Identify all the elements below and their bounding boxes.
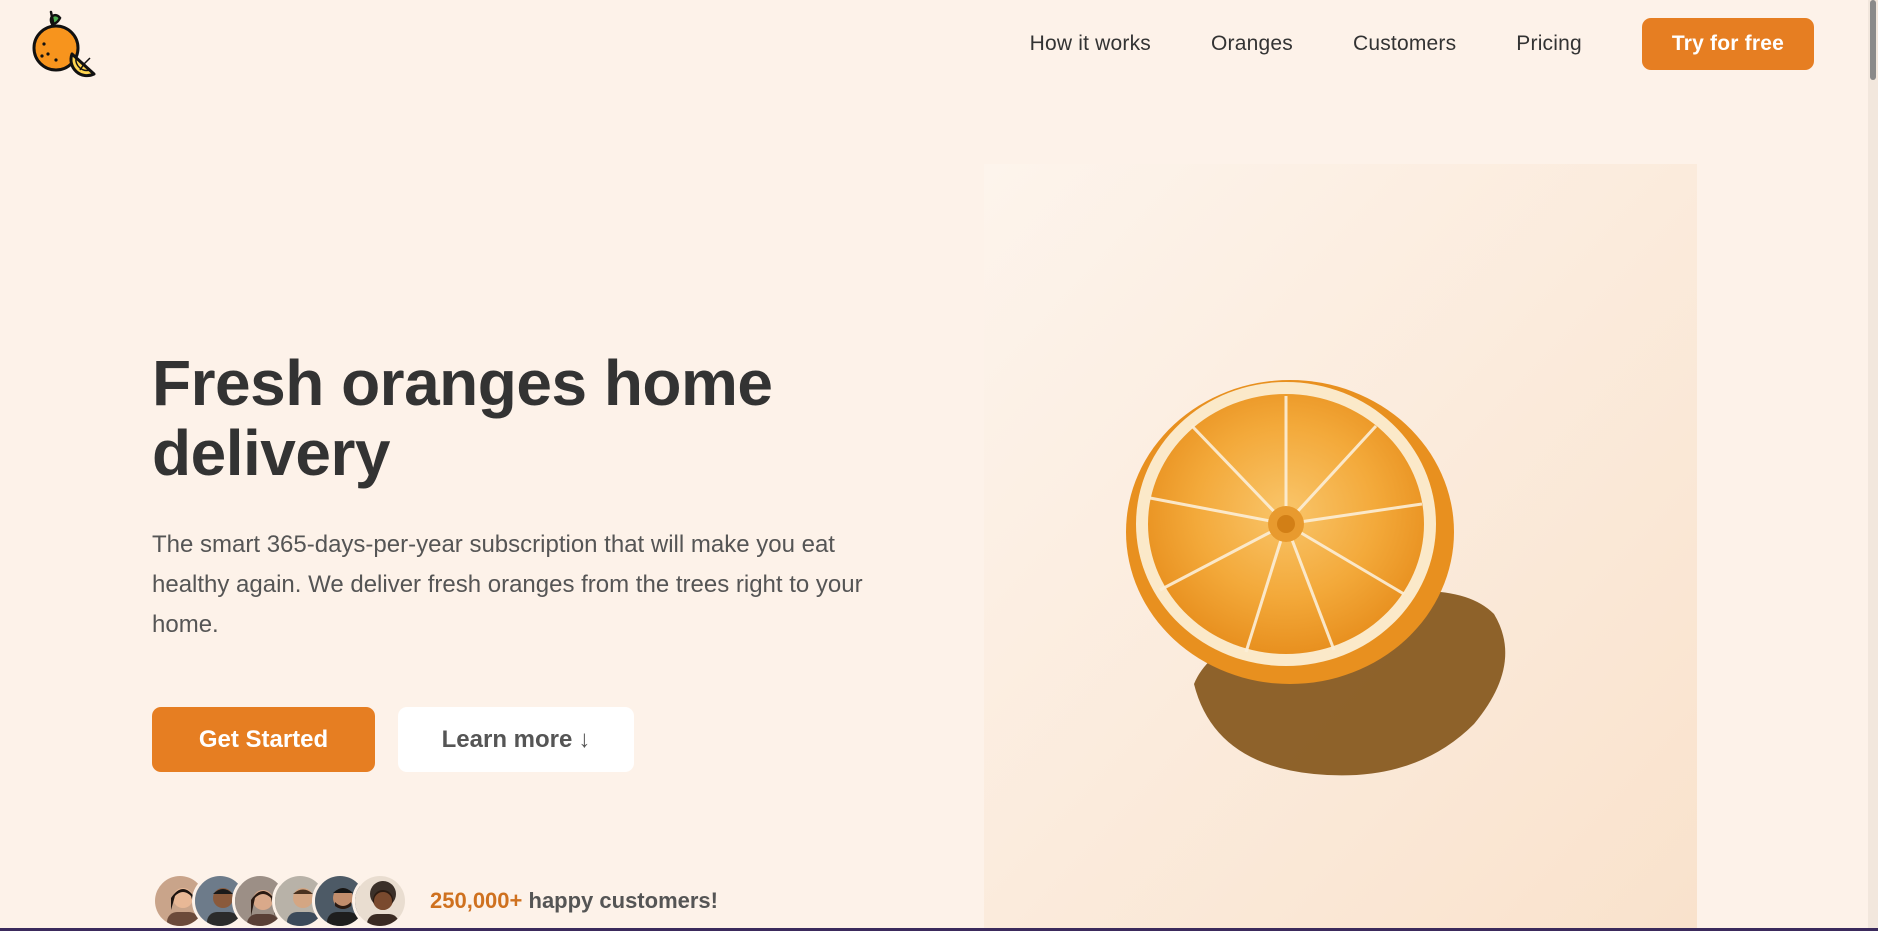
hero-description: The smart 365-days-per-year subscription…	[152, 531, 863, 638]
try-for-free-button[interactable]: Try for free	[1641, 18, 1814, 70]
down-arrow-icon: ↓	[578, 725, 591, 753]
nav-link-pricing[interactable]: Pricing	[1516, 32, 1582, 56]
customers-count-text: 250,000+ happy customers!	[430, 888, 718, 914]
header: How it works Oranges Customers Pricing T…	[0, 0, 1878, 90]
nav-link-customers[interactable]: Customers	[1353, 32, 1456, 56]
page-scrollbar[interactable]	[1868, 0, 1878, 931]
hero-title: Fresh oranges home delivery	[152, 347, 773, 489]
nav-link-oranges[interactable]: Oranges	[1211, 32, 1293, 56]
main-nav: How it works Oranges Customers Pricing T…	[1030, 18, 1814, 70]
customers-count: 250,000+	[430, 888, 523, 913]
hero-orange-image	[984, 164, 1697, 931]
get-started-button[interactable]: Get Started	[152, 707, 375, 772]
avatar	[352, 873, 408, 929]
customers-label: happy customers!	[528, 888, 719, 913]
learn-more-label: Learn more	[441, 725, 573, 753]
scrollbar-thumb[interactable]	[1870, 0, 1876, 80]
orange-logo-icon[interactable]	[30, 10, 102, 78]
learn-more-button[interactable]: Learn more ↓	[398, 707, 634, 772]
nav-link-how-it-works[interactable]: How it works	[1030, 32, 1151, 56]
landing-page: How it works Oranges Customers Pricing T…	[0, 0, 1878, 931]
customers-summary: 250,000+ happy customers!	[152, 873, 718, 929]
customer-avatars	[152, 873, 408, 929]
